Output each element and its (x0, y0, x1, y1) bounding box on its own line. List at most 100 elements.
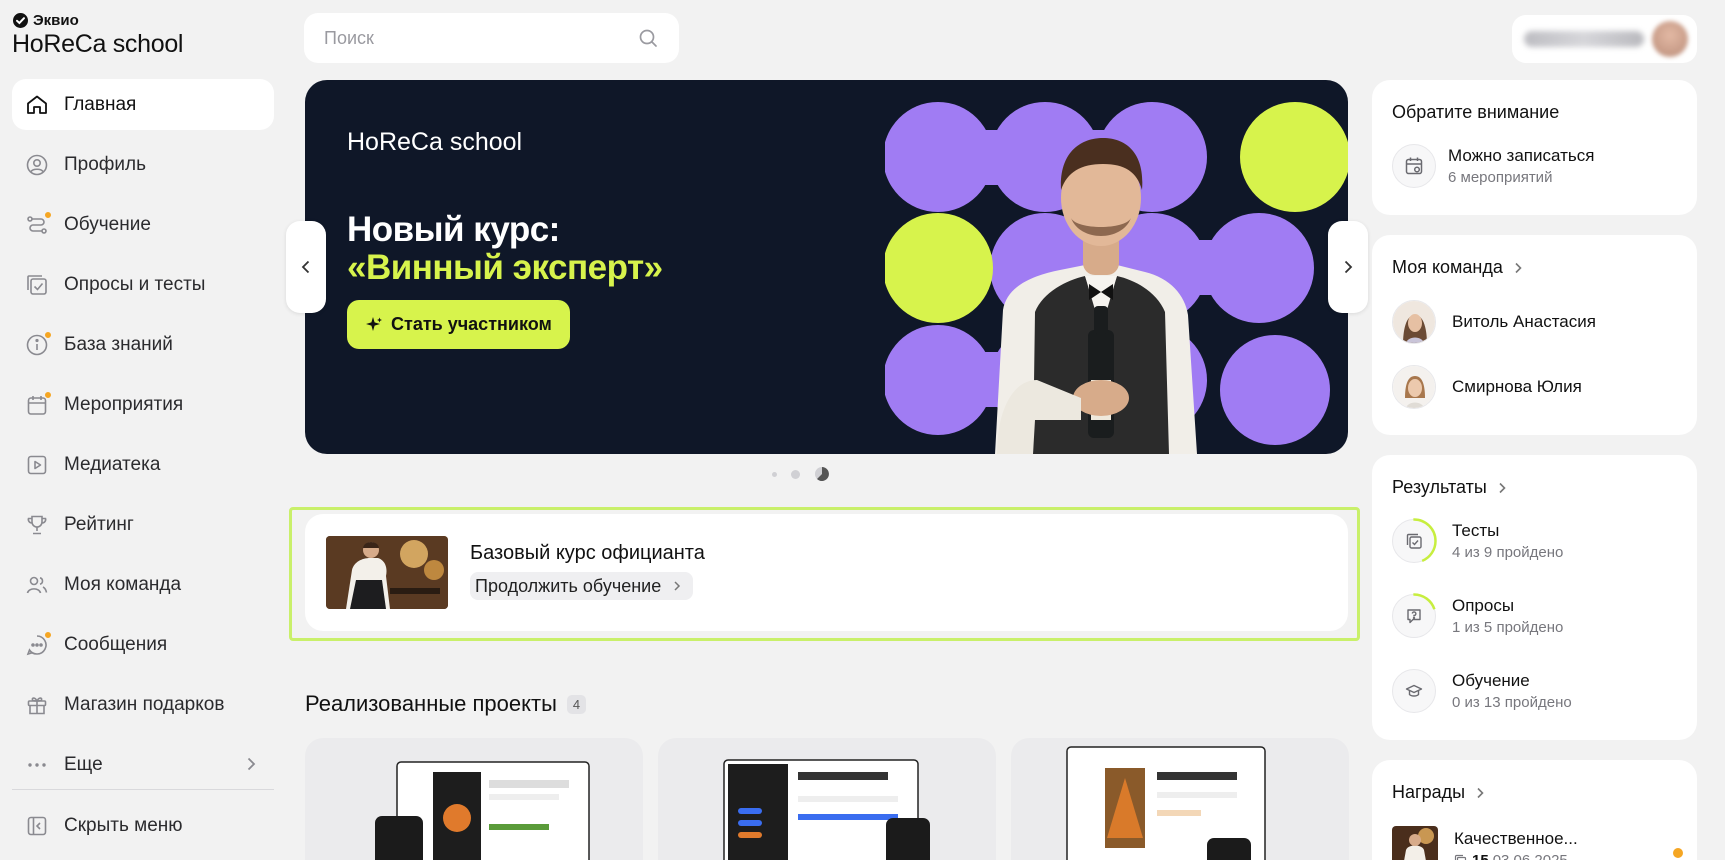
nav-item-gift-shop[interactable]: Магазин подарков (12, 679, 274, 730)
banner-illustration (885, 102, 1348, 454)
team-title: Моя команда (1392, 257, 1503, 277)
gift-icon (25, 693, 49, 717)
award-thumbnail (1392, 826, 1438, 860)
chevron-right-icon (242, 755, 260, 778)
nav-item-media[interactable]: Медиатека (12, 439, 274, 490)
main-nav: Главная Профиль Обучение Опросы и тесты (12, 79, 274, 799)
project-preview-image (723, 759, 930, 860)
nav-item-surveys[interactable]: Опросы и тесты (12, 259, 274, 310)
join-button-label: Стать участником (391, 314, 552, 334)
banner-next-button[interactable] (1328, 221, 1368, 313)
nav-item-profile[interactable]: Профиль (12, 139, 274, 190)
award-new-dot (1673, 848, 1683, 858)
nav-item-events[interactable]: Мероприятия (12, 379, 274, 430)
hide-menu-button[interactable]: Скрыть меню (12, 800, 274, 851)
carousel-dots (772, 466, 830, 482)
award-meta: 15 03.06.2025 (1454, 852, 1578, 860)
notification-dot (44, 390, 52, 399)
nav-item-more[interactable]: Еще (12, 739, 274, 790)
award-title: Качественное... (1454, 829, 1578, 848)
continue-course-card[interactable]: Базовый курс официанта Продолжить обучен… (305, 514, 1348, 631)
result-label: Опросы (1452, 596, 1515, 615)
nav-label: Медиатека (64, 453, 161, 475)
team-member[interactable]: Смирнова Юлия (1392, 365, 1582, 409)
nav-item-team[interactable]: Моя команда (12, 559, 274, 610)
banner-course-name: «Винный эксперт» (347, 248, 663, 287)
nav-item-rating[interactable]: Рейтинг (12, 499, 274, 550)
award-count: 15 (1472, 852, 1489, 860)
team-member[interactable]: Витоль Анастасия (1392, 300, 1596, 344)
nav-label: Обучение (64, 213, 151, 235)
avatar (1392, 365, 1436, 409)
nav-label: Главная (64, 93, 137, 115)
nav-item-knowledge-base[interactable]: База знаний (12, 319, 274, 370)
brand[interactable]: Эквио HoReCa school (12, 12, 183, 59)
attention-card: Обратите внимание Можно записаться 6 мер… (1372, 80, 1697, 215)
carousel-dot[interactable] (772, 471, 777, 477)
nav-label: Мероприятия (64, 393, 184, 415)
search-input[interactable] (324, 27, 637, 49)
continue-learning-button[interactable]: Продолжить обучение (470, 572, 694, 600)
banner-title: Новый курс: (347, 210, 560, 249)
hide-menu-label: Скрыть меню (64, 814, 183, 836)
result-progress-text: 1 из 5 пройдено (1452, 619, 1564, 636)
project-card[interactable] (305, 738, 643, 860)
awards-card: Награды Качественное... 15 03.06.2025 (1372, 760, 1697, 860)
project-card[interactable] (1011, 738, 1349, 860)
calendar-clock-icon (1392, 144, 1436, 188)
join-button[interactable]: Стать участником (347, 300, 570, 349)
nav-item-messages[interactable]: Сообщения (12, 619, 274, 670)
chevron-left-icon (298, 259, 314, 275)
results-title-link[interactable]: Результаты (1392, 477, 1509, 498)
course-title: Базовый курс официанта (470, 542, 705, 564)
chevron-right-icon (1495, 481, 1509, 495)
awards-title: Награды (1392, 782, 1466, 802)
attention-item[interactable]: Можно записаться 6 мероприятий (1392, 144, 1594, 188)
banner-prev-button[interactable] (286, 221, 326, 313)
user-menu[interactable] (1512, 15, 1697, 63)
projects-title: Реализованные проекты (305, 691, 557, 716)
product-name: HoReCa school (12, 30, 184, 58)
route-icon (25, 210, 52, 237)
nav-item-learning[interactable]: Обучение (12, 199, 274, 250)
home-icon (25, 93, 49, 117)
surveys-progress-ring (1391, 593, 1437, 639)
result-progress-text: 0 из 13 пройдено (1452, 694, 1572, 711)
banner-brand: HoReCa school (347, 128, 523, 156)
notification-dot (44, 210, 52, 219)
attention-title: Обратите внимание (1392, 102, 1560, 122)
result-item-surveys[interactable]: Опросы 1 из 5 пройдено (1391, 593, 1564, 639)
course-thumbnail (326, 536, 448, 609)
notification-dot (44, 630, 52, 639)
attention-main: Можно записаться (1448, 146, 1595, 165)
tests-icon (1391, 518, 1437, 564)
search-icon[interactable] (637, 27, 659, 49)
collapse-sidebar-icon (25, 814, 49, 838)
nav-item-home[interactable]: Главная (12, 79, 274, 130)
project-preview-image (1066, 746, 1266, 860)
notification-dot (44, 330, 52, 339)
project-preview-image (375, 761, 590, 860)
carousel-dot[interactable] (791, 469, 800, 479)
copies-icon (1454, 854, 1468, 860)
user-circle-icon (25, 153, 49, 177)
result-item-tests[interactable]: Тесты 4 из 9 пройдено (1391, 518, 1563, 564)
avatar (1392, 300, 1436, 344)
user-name-blurred (1524, 31, 1644, 47)
nav-label: Моя команда (64, 573, 182, 595)
promo-banner[interactable]: HoReCa school Новый курс: «Винный экспер… (305, 80, 1348, 454)
chat-icon (25, 630, 52, 657)
result-label: Обучение (1452, 671, 1530, 690)
team-title-link[interactable]: Моя команда (1392, 257, 1525, 278)
avatar (1652, 21, 1688, 57)
carousel-dot-active[interactable] (814, 466, 830, 482)
tests-progress-ring (1391, 518, 1437, 564)
checklist-icon (25, 273, 49, 297)
attention-sub: 6 мероприятий (1448, 169, 1553, 186)
result-item-learning[interactable]: Обучение 0 из 13 пройдено (1392, 669, 1572, 713)
project-card[interactable] (658, 738, 996, 860)
company-name: Эквио (33, 12, 79, 29)
nav-label: База знаний (64, 333, 173, 355)
award-item[interactable]: Качественное... 15 03.06.2025 (1392, 826, 1578, 860)
awards-title-link[interactable]: Награды (1392, 782, 1487, 803)
